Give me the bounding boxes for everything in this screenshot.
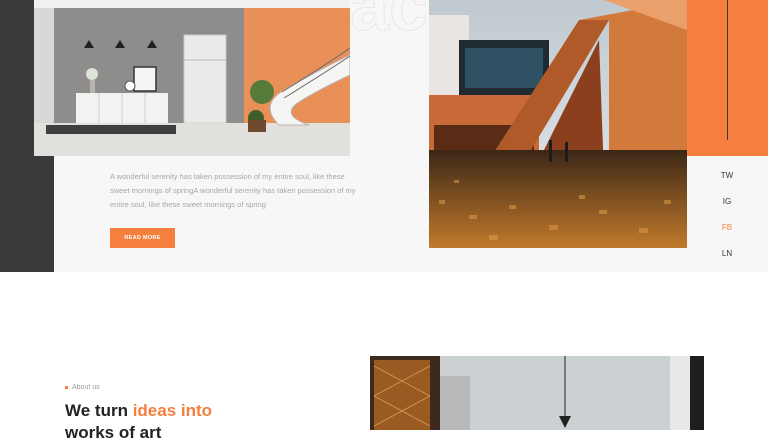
heading-end: works of art bbox=[65, 423, 162, 442]
heading-start: We turn bbox=[65, 401, 133, 420]
social-link-instagram[interactable]: IG bbox=[715, 197, 739, 206]
interior-room-image bbox=[34, 0, 350, 156]
vertical-divider-line bbox=[727, 0, 728, 140]
about-label-text: About us bbox=[72, 384, 100, 391]
social-link-twitter[interactable]: TW bbox=[715, 171, 739, 180]
about-section-label: About us bbox=[65, 384, 100, 391]
about-heading: We turn ideas into works of art bbox=[65, 400, 325, 444]
heading-accent: ideas into bbox=[132, 401, 213, 420]
social-link-linkedin[interactable]: LN bbox=[715, 249, 739, 258]
accent-dot-icon bbox=[65, 386, 68, 389]
about-image bbox=[370, 356, 704, 430]
building-image bbox=[429, 0, 687, 248]
ghost-decorative-text: ac bbox=[350, 0, 429, 46]
hero-section: ac A wonderful serenity has taken posses… bbox=[0, 0, 768, 272]
hero-description: A wonderful serenity has taken possessio… bbox=[110, 172, 356, 209]
read-more-button[interactable]: READ MORE bbox=[110, 228, 175, 248]
social-link-facebook[interactable]: FB bbox=[715, 223, 739, 232]
